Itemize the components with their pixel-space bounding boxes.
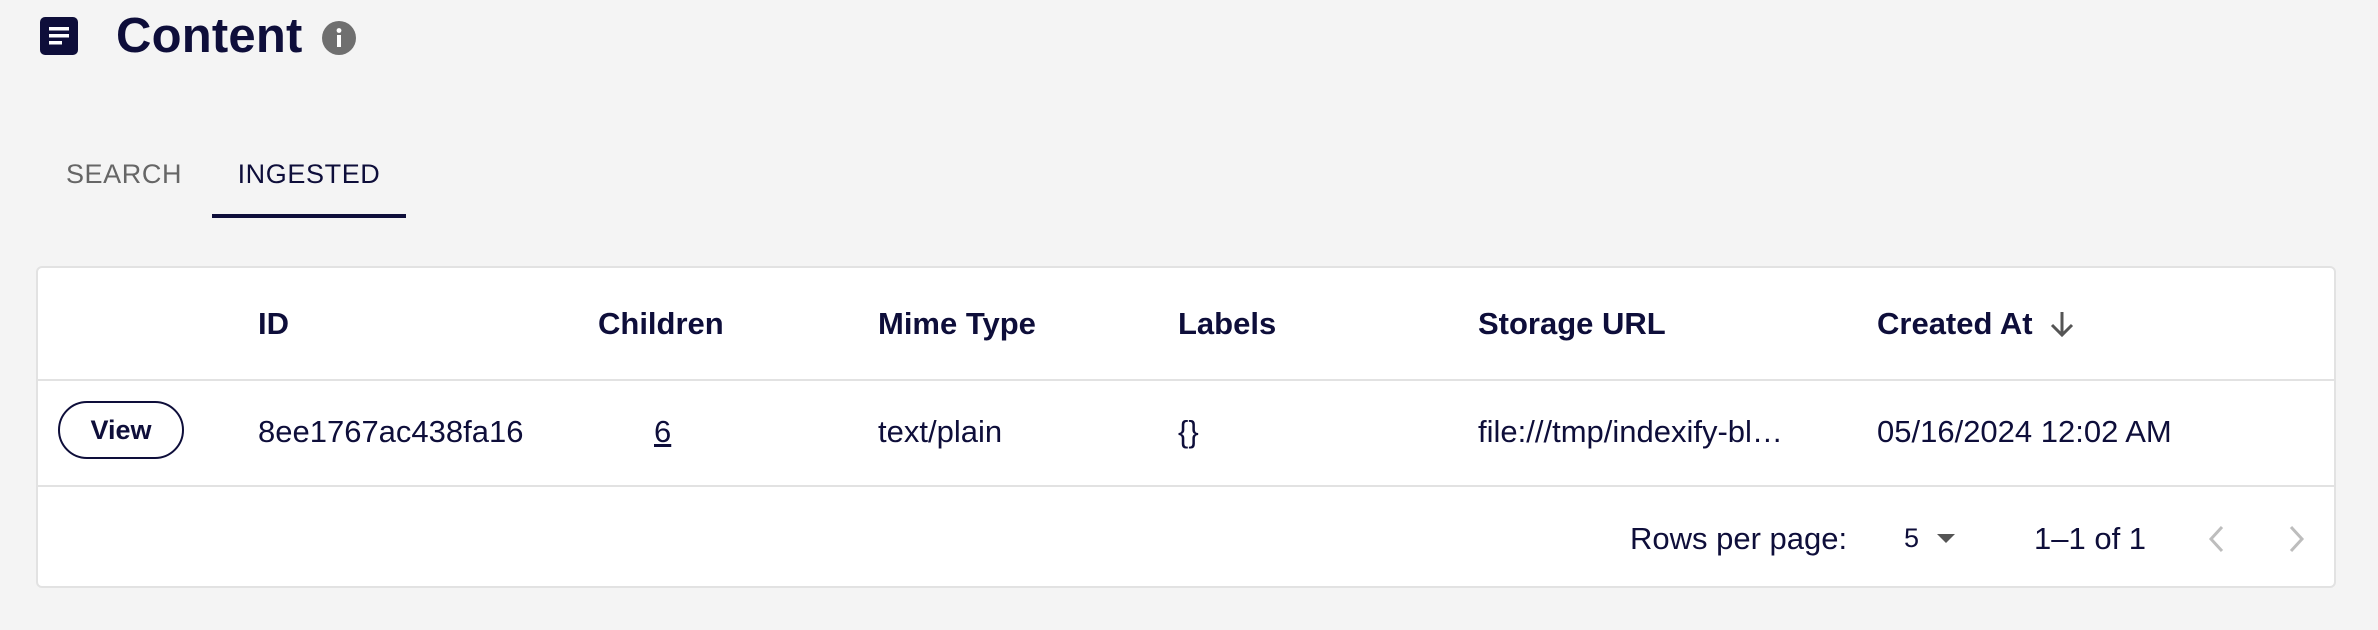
next-page-button[interactable] [2274, 487, 2318, 590]
tab-search[interactable]: SEARCH [36, 130, 212, 218]
column-header-mime-type[interactable]: Mime Type [878, 268, 1036, 379]
tab-ingested[interactable]: INGESTED [212, 130, 406, 218]
page-title: Content [116, 9, 303, 63]
column-header-created-at[interactable]: Created At [1877, 268, 2075, 379]
table-pagination: Rows per page: 5 1–1 of 1 [38, 487, 2334, 590]
rows-per-page-select[interactable]: 5 [1904, 487, 1956, 590]
cell-labels: {} [1178, 414, 1199, 449]
cell-mime-type: text/plain [878, 414, 1003, 449]
ingested-content-table: ID Children Mime Type Labels Storage URL… [36, 266, 2336, 588]
column-header-created-at-label: Created At [1877, 305, 2033, 341]
cell-children-link[interactable]: 6 [654, 379, 671, 485]
dropdown-caret-icon [1937, 534, 1956, 543]
rows-per-page-label: Rows per page: [1630, 520, 1848, 556]
cell-created-at: 05/16/2024 12:02 AM [1877, 414, 2172, 449]
pagination-range: 1–1 of 1 [2034, 520, 2147, 556]
cell-storage-url: file:///tmp/indexify-bl… [1478, 414, 1783, 449]
previous-page-button[interactable] [2195, 487, 2239, 590]
view-button[interactable]: View [58, 401, 184, 459]
content-tabs: SEARCH INGESTED [36, 130, 406, 218]
cell-id: 8ee1767ac438fa16 [258, 414, 524, 449]
table-header-row: ID Children Mime Type Labels Storage URL… [38, 268, 2334, 381]
column-header-id[interactable]: ID [258, 268, 289, 379]
document-list-icon [40, 17, 78, 55]
page-header: Content [40, 6, 357, 66]
column-header-storage-url[interactable]: Storage URL [1478, 268, 1666, 379]
info-icon[interactable] [322, 21, 357, 55]
chevron-left-icon [2208, 525, 2224, 552]
arrow-down-icon[interactable] [2049, 310, 2075, 338]
table-row: View 8ee1767ac438fa16 6 text/plain {} fi… [38, 379, 2334, 487]
chevron-right-icon [2289, 525, 2305, 552]
rows-per-page-value: 5 [1904, 523, 1920, 553]
column-header-children[interactable]: Children [598, 268, 724, 379]
column-header-labels[interactable]: Labels [1178, 268, 1276, 379]
